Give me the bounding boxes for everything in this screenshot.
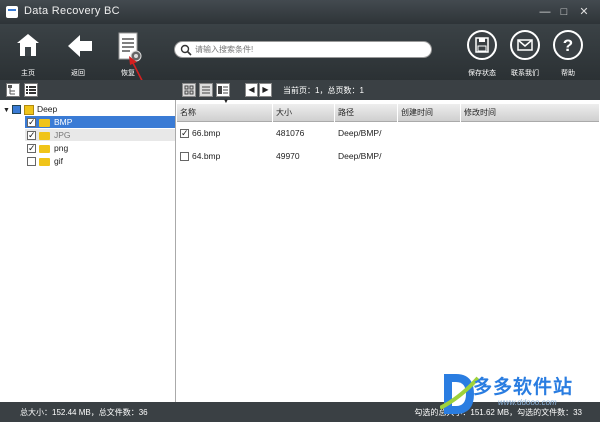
save-disk-icon bbox=[467, 30, 497, 60]
list-view-icon[interactable] bbox=[24, 83, 38, 97]
file-list: 名称 大小 路径 创建时间 修改时间 ▼ 66.bmp 481076 Deep/… bbox=[177, 99, 600, 402]
search-input[interactable] bbox=[195, 44, 425, 55]
expand-arrow-icon[interactable]: ▼ bbox=[3, 107, 10, 114]
back-label: 返回 bbox=[71, 70, 85, 77]
sub-toolbar: ◀ ▶ 当前页：1，总页数：1 bbox=[0, 80, 600, 100]
back-arrow-icon bbox=[68, 35, 92, 57]
minimize-button[interactable]: — bbox=[537, 4, 553, 20]
contact-label: 联系我们 bbox=[511, 70, 539, 77]
help-question-icon: ? bbox=[553, 30, 583, 60]
help-button[interactable]: ? 帮助 bbox=[548, 28, 588, 78]
gif-checkbox[interactable] bbox=[27, 157, 36, 167]
tree-node-bmp[interactable]: BMP bbox=[25, 116, 175, 128]
detail-view-icon[interactable] bbox=[216, 83, 230, 97]
table-header: 名称 大小 路径 创建时间 修改时间 ▼ bbox=[177, 99, 600, 122]
file-path: Deep/BMP/ bbox=[338, 128, 382, 138]
tree-root-node[interactable]: ▼ Deep bbox=[3, 103, 57, 115]
thumbnail-view-icon[interactable] bbox=[182, 83, 196, 97]
tree-node-label: BMP bbox=[54, 117, 73, 127]
column-header-name[interactable]: 名称 bbox=[177, 104, 273, 122]
folder-icon bbox=[39, 118, 50, 127]
tree-node-png[interactable]: png bbox=[25, 142, 68, 154]
root-checkbox[interactable] bbox=[11, 105, 21, 115]
tree-node-label: JPG bbox=[54, 130, 71, 140]
next-page-button[interactable]: ▶ bbox=[259, 83, 272, 97]
title-bar: Data Recovery BC — □ ✕ bbox=[0, 0, 600, 24]
status-total: 总大小：152.44 MB，总文件数：36 bbox=[20, 408, 148, 417]
watermark-url: www.ddooo.com bbox=[498, 398, 557, 407]
file-size: 49970 bbox=[276, 151, 300, 161]
maximize-button[interactable]: □ bbox=[556, 4, 572, 20]
tree-tools bbox=[6, 83, 46, 97]
file-size: 481076 bbox=[276, 128, 305, 138]
file-name: 66.bmp bbox=[192, 128, 221, 138]
toolbar: 主页 返回 恢复 请输入搜索条件! 保存状态 联系我们 ? 帮助 bbox=[0, 24, 600, 99]
file-path: Deep/BMP/ bbox=[338, 151, 382, 161]
prev-page-button[interactable]: ◀ bbox=[245, 83, 258, 97]
sort-arrow-icon: ▼ bbox=[223, 99, 229, 105]
app-window: Data Recovery BC — □ ✕ 主页 返回 恢复 请输入搜索条件!… bbox=[0, 0, 600, 422]
tree-node-gif[interactable]: gif bbox=[25, 155, 63, 167]
app-logo-icon bbox=[6, 6, 18, 18]
watermark-text: 多多软件站 bbox=[473, 377, 574, 398]
tree-node-label: gif bbox=[54, 156, 63, 166]
bmp-checkbox[interactable] bbox=[27, 116, 36, 128]
png-checkbox[interactable] bbox=[27, 142, 36, 154]
row-checkbox[interactable] bbox=[180, 127, 189, 139]
file-name: 64.bmp bbox=[192, 151, 221, 161]
save-status-label: 保存状态 bbox=[468, 70, 496, 77]
save-status-button[interactable]: 保存状态 bbox=[462, 28, 502, 78]
tree-view-icon[interactable] bbox=[6, 83, 20, 97]
window-title: Data Recovery BC bbox=[24, 5, 120, 17]
column-header-size[interactable]: 大小 bbox=[273, 104, 335, 122]
list-mode-icon[interactable] bbox=[199, 83, 213, 97]
home-button[interactable]: 主页 bbox=[8, 28, 48, 78]
back-button[interactable]: 返回 bbox=[58, 28, 98, 78]
row-checkbox[interactable] bbox=[180, 152, 189, 162]
contact-button[interactable]: 联系我们 bbox=[505, 28, 545, 78]
site-watermark: 多多软件站 www.ddooo.com bbox=[440, 368, 600, 418]
column-header-modified[interactable]: 修改时间 bbox=[461, 104, 600, 122]
page-info: 当前页：1，总页数：1 bbox=[283, 86, 364, 95]
column-header-path[interactable]: 路径 bbox=[335, 104, 398, 122]
folder-icon bbox=[39, 131, 50, 140]
home-label: 主页 bbox=[21, 70, 35, 77]
drive-icon bbox=[23, 104, 34, 115]
jpg-checkbox[interactable] bbox=[27, 129, 36, 141]
home-icon bbox=[17, 34, 39, 56]
table-row[interactable]: 64.bmp 49970 Deep/BMP/ bbox=[177, 147, 600, 165]
help-label: 帮助 bbox=[561, 70, 575, 77]
folder-tree: ▼ Deep BMP JPG png gif bbox=[0, 100, 176, 402]
close-button[interactable]: ✕ bbox=[576, 4, 592, 20]
table-row[interactable]: 66.bmp 481076 Deep/BMP/ bbox=[177, 124, 600, 142]
tree-node-jpg[interactable]: JPG bbox=[25, 129, 175, 141]
tree-node-label: png bbox=[54, 143, 69, 153]
folder-icon bbox=[39, 157, 50, 166]
search-box bbox=[174, 41, 432, 58]
mail-icon bbox=[510, 30, 540, 60]
folder-icon bbox=[39, 144, 50, 153]
tree-root-label: Deep bbox=[36, 104, 58, 114]
svg-text:?: ? bbox=[563, 36, 573, 55]
column-header-created[interactable]: 创建时间 bbox=[398, 104, 461, 122]
search-icon[interactable] bbox=[180, 44, 192, 56]
